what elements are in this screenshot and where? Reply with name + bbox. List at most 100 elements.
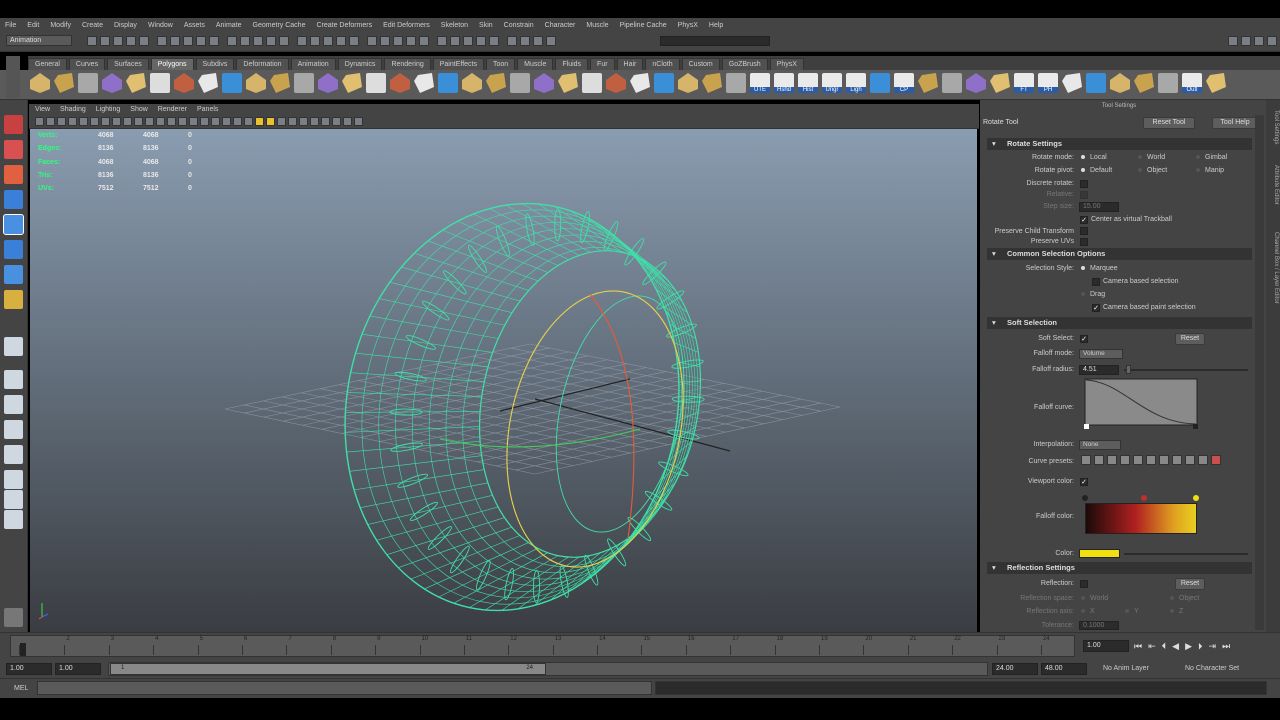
panel-toolbar-icon[interactable]: [354, 117, 363, 126]
falloff-radius-slider[interactable]: [1124, 369, 1248, 371]
status-line-icon[interactable]: [380, 36, 390, 46]
shelf-tab[interactable]: PaintEffects: [432, 58, 484, 70]
layout-icon[interactable]: [1267, 36, 1277, 46]
status-line-icon[interactable]: [533, 36, 543, 46]
status-line-icon[interactable]: [489, 36, 499, 46]
shelf-tool-icon[interactable]: [438, 73, 458, 93]
step-back-key-icon[interactable]: ⇤: [1148, 641, 1156, 652]
layout-icon[interactable]: [1254, 36, 1264, 46]
shelf-tool-icon[interactable]: Ungr: [822, 73, 842, 93]
range-slider-handle[interactable]: 1 24: [110, 663, 546, 675]
menu-item[interactable]: Edit Deformers: [383, 22, 430, 29]
panel-toolbar-icon[interactable]: [343, 117, 352, 126]
preserve-child-checkbox[interactable]: [1080, 227, 1088, 235]
radio-pivot-default[interactable]: Default: [1081, 167, 1112, 174]
status-line-icon[interactable]: [139, 36, 149, 46]
shelf-tool-icon[interactable]: [342, 73, 362, 93]
reflection-reset-button[interactable]: Reset: [1175, 578, 1205, 590]
go-to-start-icon[interactable]: ⏮: [1134, 641, 1142, 652]
paint-select-tool-icon[interactable]: [4, 165, 23, 184]
menu-item[interactable]: Help: [709, 22, 723, 29]
menu-item[interactable]: Geometry Cache: [253, 22, 306, 29]
status-line-icon[interactable]: [546, 36, 556, 46]
panel-toolbar-icon[interactable]: [233, 117, 242, 126]
status-line-icon[interactable]: [196, 36, 206, 46]
rotate-tool-icon[interactable]: [3, 214, 24, 235]
radio-rotate-world[interactable]: World: [1138, 154, 1165, 161]
panel-menu-item[interactable]: Lighting: [96, 106, 121, 113]
shelf-tab[interactable]: Polygons: [150, 58, 194, 70]
shelf-tool-icon[interactable]: UTE: [750, 73, 770, 93]
curve-preset-icon[interactable]: [1133, 455, 1143, 465]
menu-item[interactable]: Create: [82, 22, 103, 29]
shelf-tool-icon[interactable]: [534, 73, 554, 93]
menu-item[interactable]: Muscle: [586, 22, 608, 29]
curve-preset-icon[interactable]: [1172, 455, 1182, 465]
layout-hypershade-icon[interactable]: [4, 490, 23, 509]
layout-icon[interactable]: [1241, 36, 1251, 46]
section-reflection-settings[interactable]: Reflection Settings: [987, 562, 1252, 574]
panel-toolbar-icon[interactable]: [46, 117, 55, 126]
menu-item[interactable]: Constrain: [504, 22, 534, 29]
shelf-tool-icon[interactable]: FT: [1014, 73, 1034, 93]
panel-menu-item[interactable]: Shading: [60, 106, 86, 113]
ramp-handle[interactable]: [1082, 495, 1088, 501]
falloff-color-ramp[interactable]: [1085, 503, 1197, 534]
anim-layer-select[interactable]: No Anim Layer: [1103, 665, 1149, 672]
panel-toolbar-icon[interactable]: [68, 117, 77, 126]
panel-toolbar-icon[interactable]: [277, 117, 286, 126]
shelf-tool-icon[interactable]: [270, 73, 290, 93]
soft-mod-icon[interactable]: [4, 290, 23, 309]
status-line-icon[interactable]: [437, 36, 447, 46]
shelf-tab[interactable]: Dynamics: [337, 58, 383, 70]
panel-toolbar-icon[interactable]: [101, 117, 110, 126]
status-line-icon[interactable]: [507, 36, 517, 46]
shelf-tab[interactable]: Fluids: [555, 58, 589, 70]
ramp-handle[interactable]: [1193, 495, 1199, 501]
shelf-tab[interactable]: Custom: [681, 58, 720, 70]
layout-icon[interactable]: [1228, 36, 1238, 46]
step-size-field[interactable]: 15.00: [1079, 202, 1119, 212]
shelf-tool-icon[interactable]: [678, 73, 698, 93]
go-to-end-icon[interactable]: ⏭: [1222, 641, 1230, 652]
menu-item[interactable]: Pipeline Cache: [620, 22, 667, 29]
status-line-icon[interactable]: [336, 36, 346, 46]
tab-attribute-editor[interactable]: Attribute Editor: [1267, 165, 1279, 205]
color-slider[interactable]: [1124, 553, 1248, 555]
shelf-tool-icon[interactable]: [966, 73, 986, 93]
menu-item[interactable]: File: [5, 22, 16, 29]
panel-toolbar-icon[interactable]: [112, 117, 121, 126]
falloff-radius-field[interactable]: 4.51: [1079, 365, 1119, 375]
layout-single-icon[interactable]: [4, 370, 23, 389]
menu-item[interactable]: Window: [148, 22, 173, 29]
shelf-tool-icon[interactable]: [558, 73, 578, 93]
panel-toolbar-icon[interactable]: [123, 117, 132, 126]
shelf-tab[interactable]: Subdivs: [195, 58, 235, 70]
panel-toolbar-icon[interactable]: [145, 117, 154, 126]
shelf-tool-icon[interactable]: [30, 73, 50, 93]
layout-four-icon[interactable]: [4, 395, 23, 414]
panel-toolbar-icon[interactable]: [134, 117, 143, 126]
radio-rotate-local[interactable]: Local: [1081, 154, 1107, 161]
shelf-tab[interactable]: General: [28, 58, 67, 70]
shelf-tab[interactable]: Animation: [290, 58, 336, 70]
status-line-icon[interactable]: [227, 36, 237, 46]
curve-preset-icon[interactable]: [1094, 455, 1104, 465]
shelf-tool-icon[interactable]: [102, 73, 122, 93]
panel-toolbar-icon[interactable]: [167, 117, 176, 126]
shelf-tab[interactable]: nCloth: [645, 58, 680, 70]
section-soft-selection[interactable]: Soft Selection: [987, 317, 1252, 329]
shelf-tool-icon[interactable]: [1134, 73, 1154, 93]
status-line-icon[interactable]: [310, 36, 320, 46]
menu-item[interactable]: Assets: [184, 22, 205, 29]
status-line-icon[interactable]: [87, 36, 97, 46]
status-line-icon[interactable]: [183, 36, 193, 46]
shelf-tool-icon[interactable]: [918, 73, 938, 93]
panel-toolbar-icon[interactable]: [299, 117, 308, 126]
panel-menu-item[interactable]: Panels: [197, 106, 218, 113]
shelf-tool-icon[interactable]: [630, 73, 650, 93]
tab-tool-settings[interactable]: Tool Settings: [1267, 110, 1279, 144]
shelf-tab[interactable]: Hair: [616, 58, 644, 70]
relative-checkbox[interactable]: [1080, 191, 1088, 199]
menu-item[interactable]: Skin: [479, 22, 493, 29]
